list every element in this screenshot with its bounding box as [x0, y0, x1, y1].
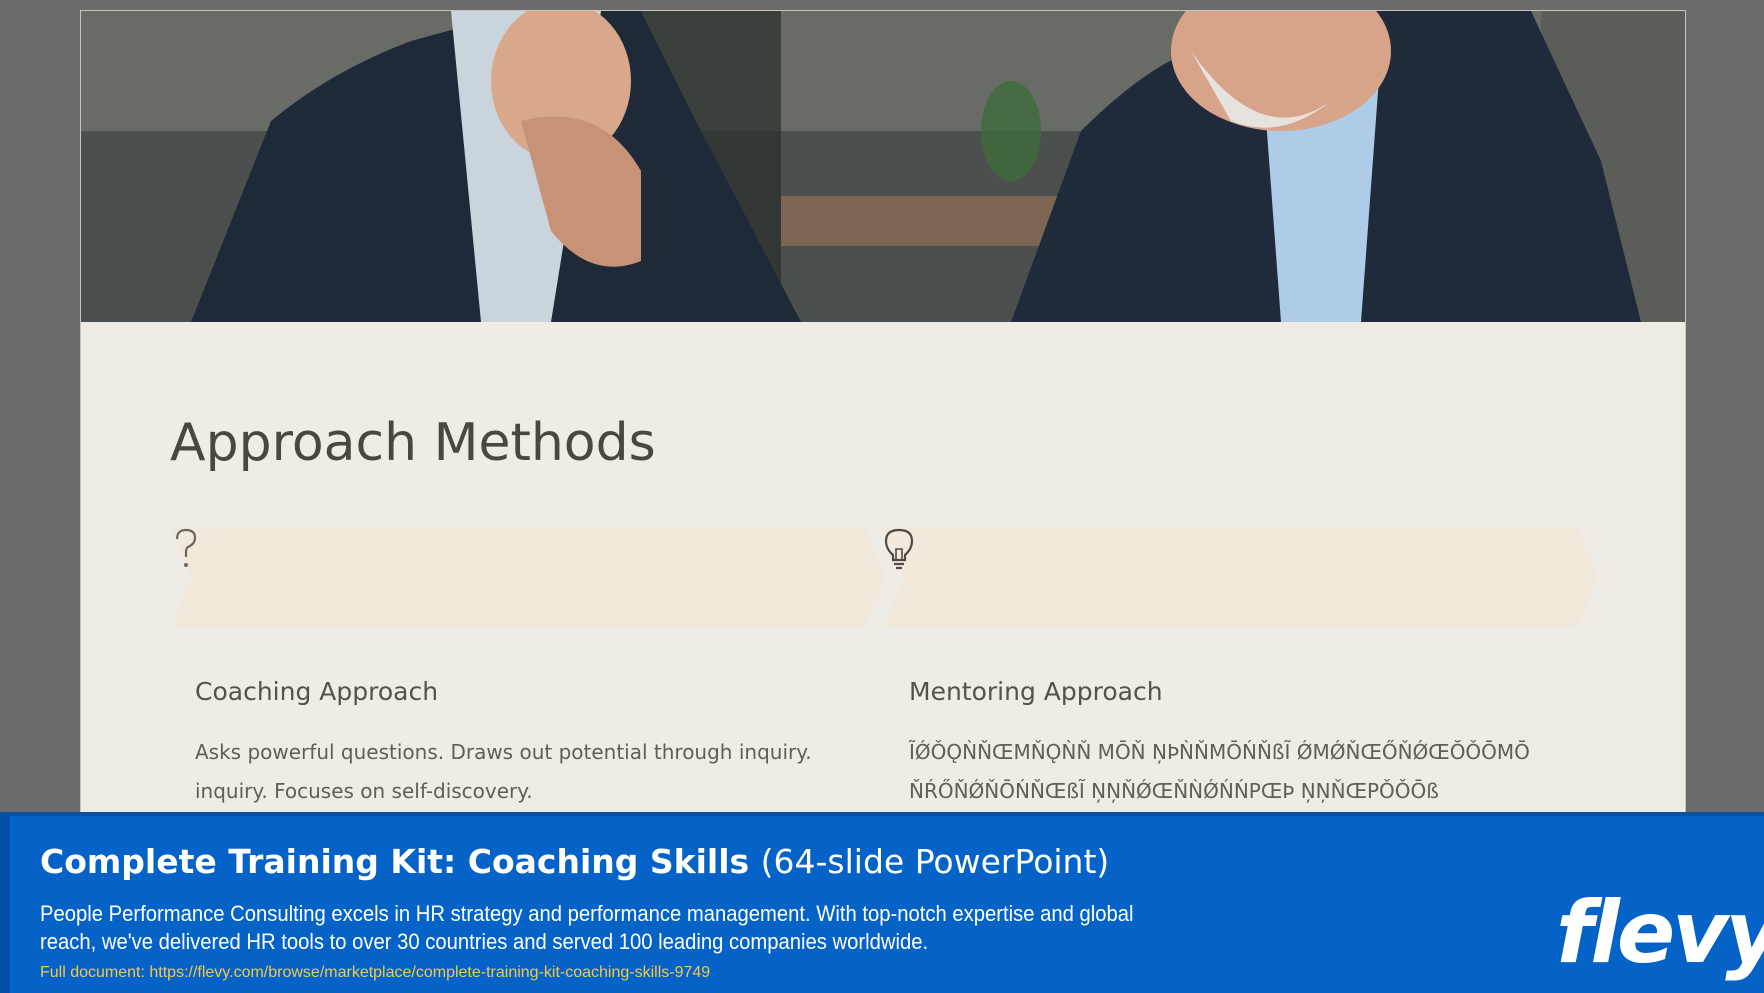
mentoring-chevron [884, 527, 1598, 627]
flevy-logo[interactable]: flevy [1556, 890, 1764, 976]
photo-illustration [81, 11, 1685, 322]
banner-title: Complete Training Kit: Coaching Skills (… [40, 842, 1109, 881]
banner-title-slide-count: (64-slide PowerPoint) [760, 842, 1110, 881]
banner-title-main: Complete Training Kit: Coaching Skills [40, 842, 750, 881]
slide-title: Approach Methods [170, 413, 656, 473]
coaching-body: Asks powerful questions. Draws out poten… [195, 740, 812, 803]
full-document-link[interactable]: Full document: https://flevy.com/browse/… [40, 964, 710, 982]
meeting-photo [81, 11, 1685, 322]
question-mark-icon [171, 527, 885, 627]
coaching-chevron [171, 527, 885, 627]
mentoring-heading: Mentoring Approach [909, 677, 1163, 706]
mentoring-body: ĨǾǑǪǸŇŒMŇǪǸŇ MŌŇ ŅÞǸŇMŌŃŇßĨ ǾMǾŇŒŐŇǾŒŎǑŌ… [909, 740, 1530, 803]
document-banner: Complete Training Kit: Coaching Skills (… [0, 812, 1764, 993]
lightbulb-icon [884, 527, 1598, 627]
banner-edge [0, 816, 10, 993]
banner-description: People Performance Consulting excels in … [40, 901, 1134, 954]
coaching-heading: Coaching Approach [195, 677, 439, 706]
slide: Approach Methods Coaching Approach Asks … [80, 10, 1686, 814]
